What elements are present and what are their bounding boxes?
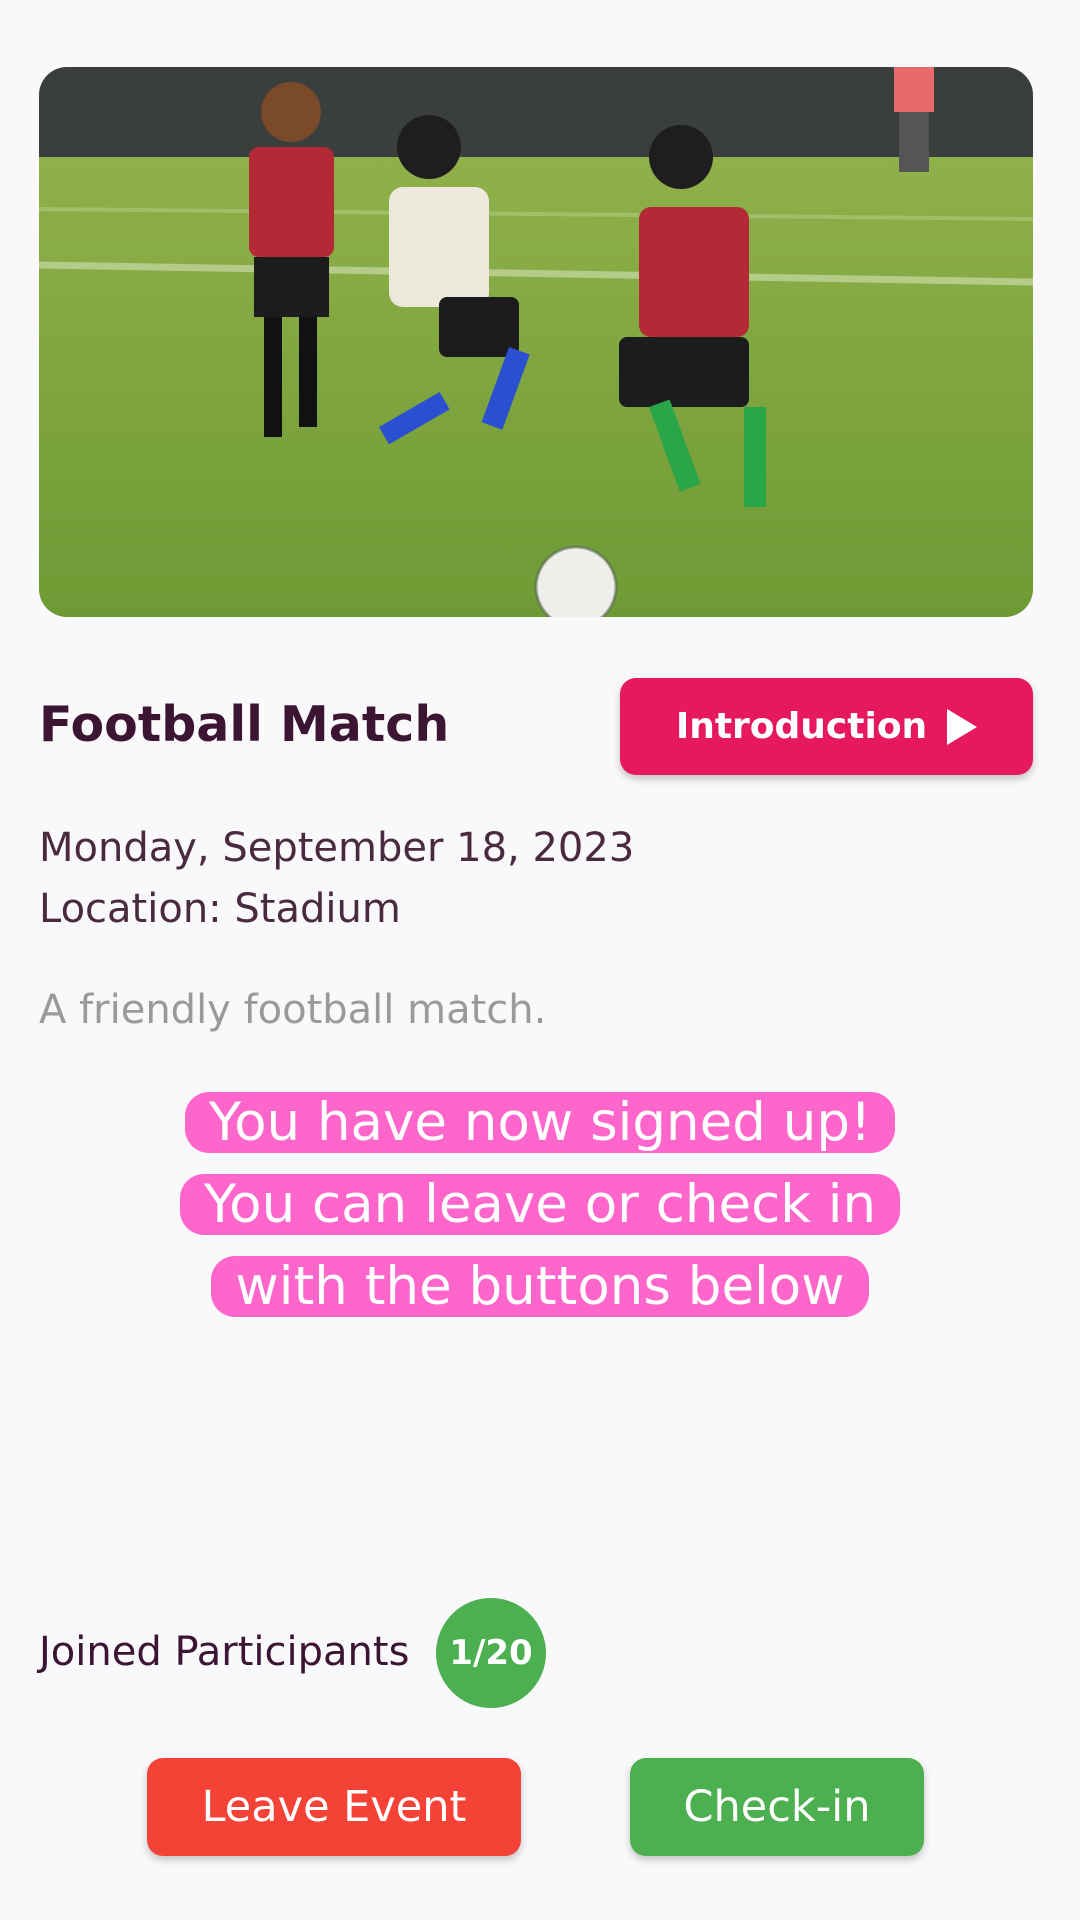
introduction-button[interactable]: Introduction: [620, 678, 1033, 775]
event-title: Football Match: [39, 696, 450, 753]
play-icon: [947, 708, 978, 745]
football-photo-illustration: [39, 67, 1033, 617]
event-date: Monday, September 18, 2023: [39, 825, 635, 871]
event-meta: Monday, September 18, 2023 Location: Sta…: [39, 818, 634, 940]
signup-notice-line-2: You can leave or check in: [179, 1174, 901, 1235]
event-location: Location: Stadium: [39, 886, 401, 932]
event-detail-screen: Football Match Introduction Monday, Sept…: [0, 0, 1080, 1920]
event-photo: [39, 67, 1033, 617]
signup-notice-line-1: You have now signed up!: [184, 1092, 896, 1153]
signup-notice-line-3: with the buttons below: [211, 1256, 869, 1317]
signup-notice: You have now signed up! You can leave or…: [158, 1082, 922, 1328]
participants-label: Joined Participants: [39, 1629, 410, 1675]
event-description: A friendly football match.: [39, 987, 547, 1033]
participants-count-badge: 1/20: [436, 1598, 546, 1708]
introduction-button-label: Introduction: [675, 706, 928, 747]
leave-event-button[interactable]: Leave Event: [147, 1758, 521, 1856]
check-in-button[interactable]: Check-in: [630, 1758, 924, 1856]
